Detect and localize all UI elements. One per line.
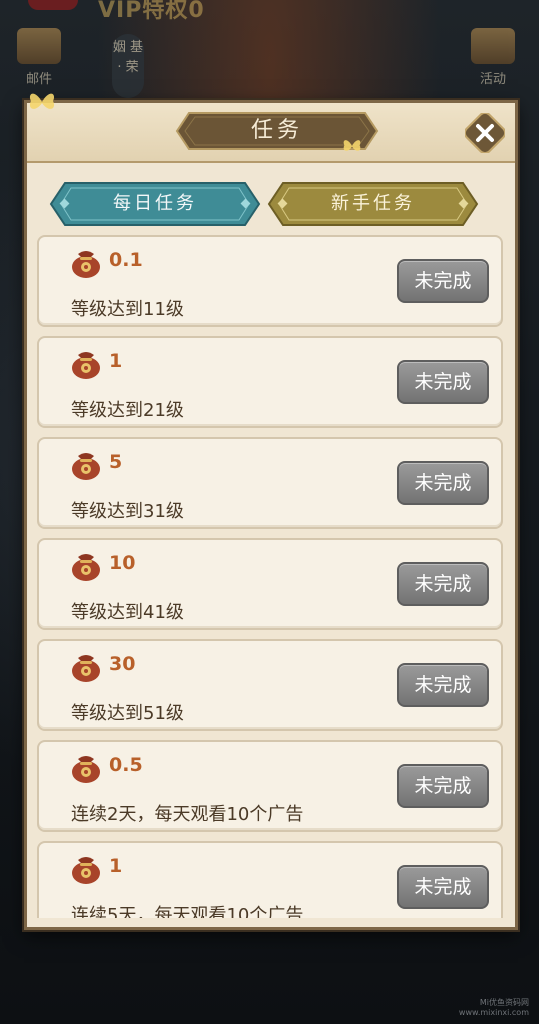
task-description: 等级达到41级 [71,602,184,623]
watermark-line-2: www.mixinxi.com [458,1008,529,1017]
reward-value: 1 [109,855,123,877]
tab-daily-tasks[interactable]: 每日任务 [49,181,261,227]
money-bag-icon [72,655,100,682]
top-badge [28,0,78,10]
task-description: 连续5天，每天观看10个广告 [71,905,304,918]
task-status-button[interactable]: 未完成 [397,764,489,808]
task-card: 10 等级达到41级 未完成 [37,538,503,630]
watermark-line-1: Mi优鱼资码网 [479,998,529,1007]
task-description: 等级达到31级 [71,501,184,522]
task-status-button[interactable]: 未完成 [397,461,489,505]
money-bag-icon [72,352,100,379]
activity-label: 活动 [479,72,506,87]
activity-button[interactable]: 活动 [466,28,520,90]
task-description: 等级达到51级 [71,703,184,724]
reward-value: 30 [109,653,136,675]
background-pill: 姻 基 · 荣 [112,34,144,98]
task-card: 1 等级达到21级 未完成 [37,336,503,428]
reward-value: 10 [109,552,136,574]
task-status-button[interactable]: 未完成 [397,663,489,707]
task-status-button[interactable]: 未完成 [397,360,489,404]
task-card: 0.5 连续2天，每天观看10个广告 未完成 [37,740,503,832]
task-description: 连续2天，每天观看10个广告 [71,804,304,825]
task-status-button[interactable]: 未完成 [397,259,489,303]
task-list[interactable]: 0.1 等级达到11级 未完成 1 等级达到21级 未完成 5 等级达到31级 … [37,235,505,918]
task-description: 等级达到11级 [71,299,184,320]
task-dialog: 任务 每日任务 新手任务 0.1 等级达到11级 未完成 1 等级达到21级 未… [24,93,518,930]
task-card: 5 等级达到31级 未完成 [37,437,503,529]
mail-icon [17,28,61,64]
task-description: 等级达到21级 [71,400,184,421]
money-bag-icon [72,554,100,581]
dialog-header: 任务 [27,103,515,163]
task-card: 30 等级达到51级 未完成 [37,639,503,731]
task-card: 1 连续5天，每天观看10个广告 未完成 [37,841,503,918]
task-card: 0.1 等级达到11级 未完成 [37,235,503,327]
close-icon [463,111,507,155]
money-bag-icon [72,251,100,278]
reward-value: 5 [109,451,123,473]
butterfly-icon [343,140,361,151]
mail-button[interactable]: 邮件 [12,28,66,90]
tab-novice-tasks[interactable]: 新手任务 [267,181,479,227]
butterfly-icon [29,93,55,109]
money-bag-icon [72,453,100,480]
task-status-button[interactable]: 未完成 [397,865,489,909]
tab-novice-label: 新手任务 [331,193,415,214]
watermark: Mi优鱼资码网 www.mixinxi.com [459,998,529,1018]
money-bag-icon [72,857,100,884]
reward-value: 0.5 [109,754,143,776]
mail-label: 邮件 [25,72,52,87]
tab-daily-label: 每日任务 [113,193,197,214]
reward-value: 1 [109,350,123,372]
vip-privilege-label: VIP特权0 [98,0,205,23]
close-button[interactable] [463,111,507,155]
task-status-button[interactable]: 未完成 [397,562,489,606]
activity-icon [471,28,515,64]
reward-value: 0.1 [109,249,143,271]
money-bag-icon [72,756,100,783]
